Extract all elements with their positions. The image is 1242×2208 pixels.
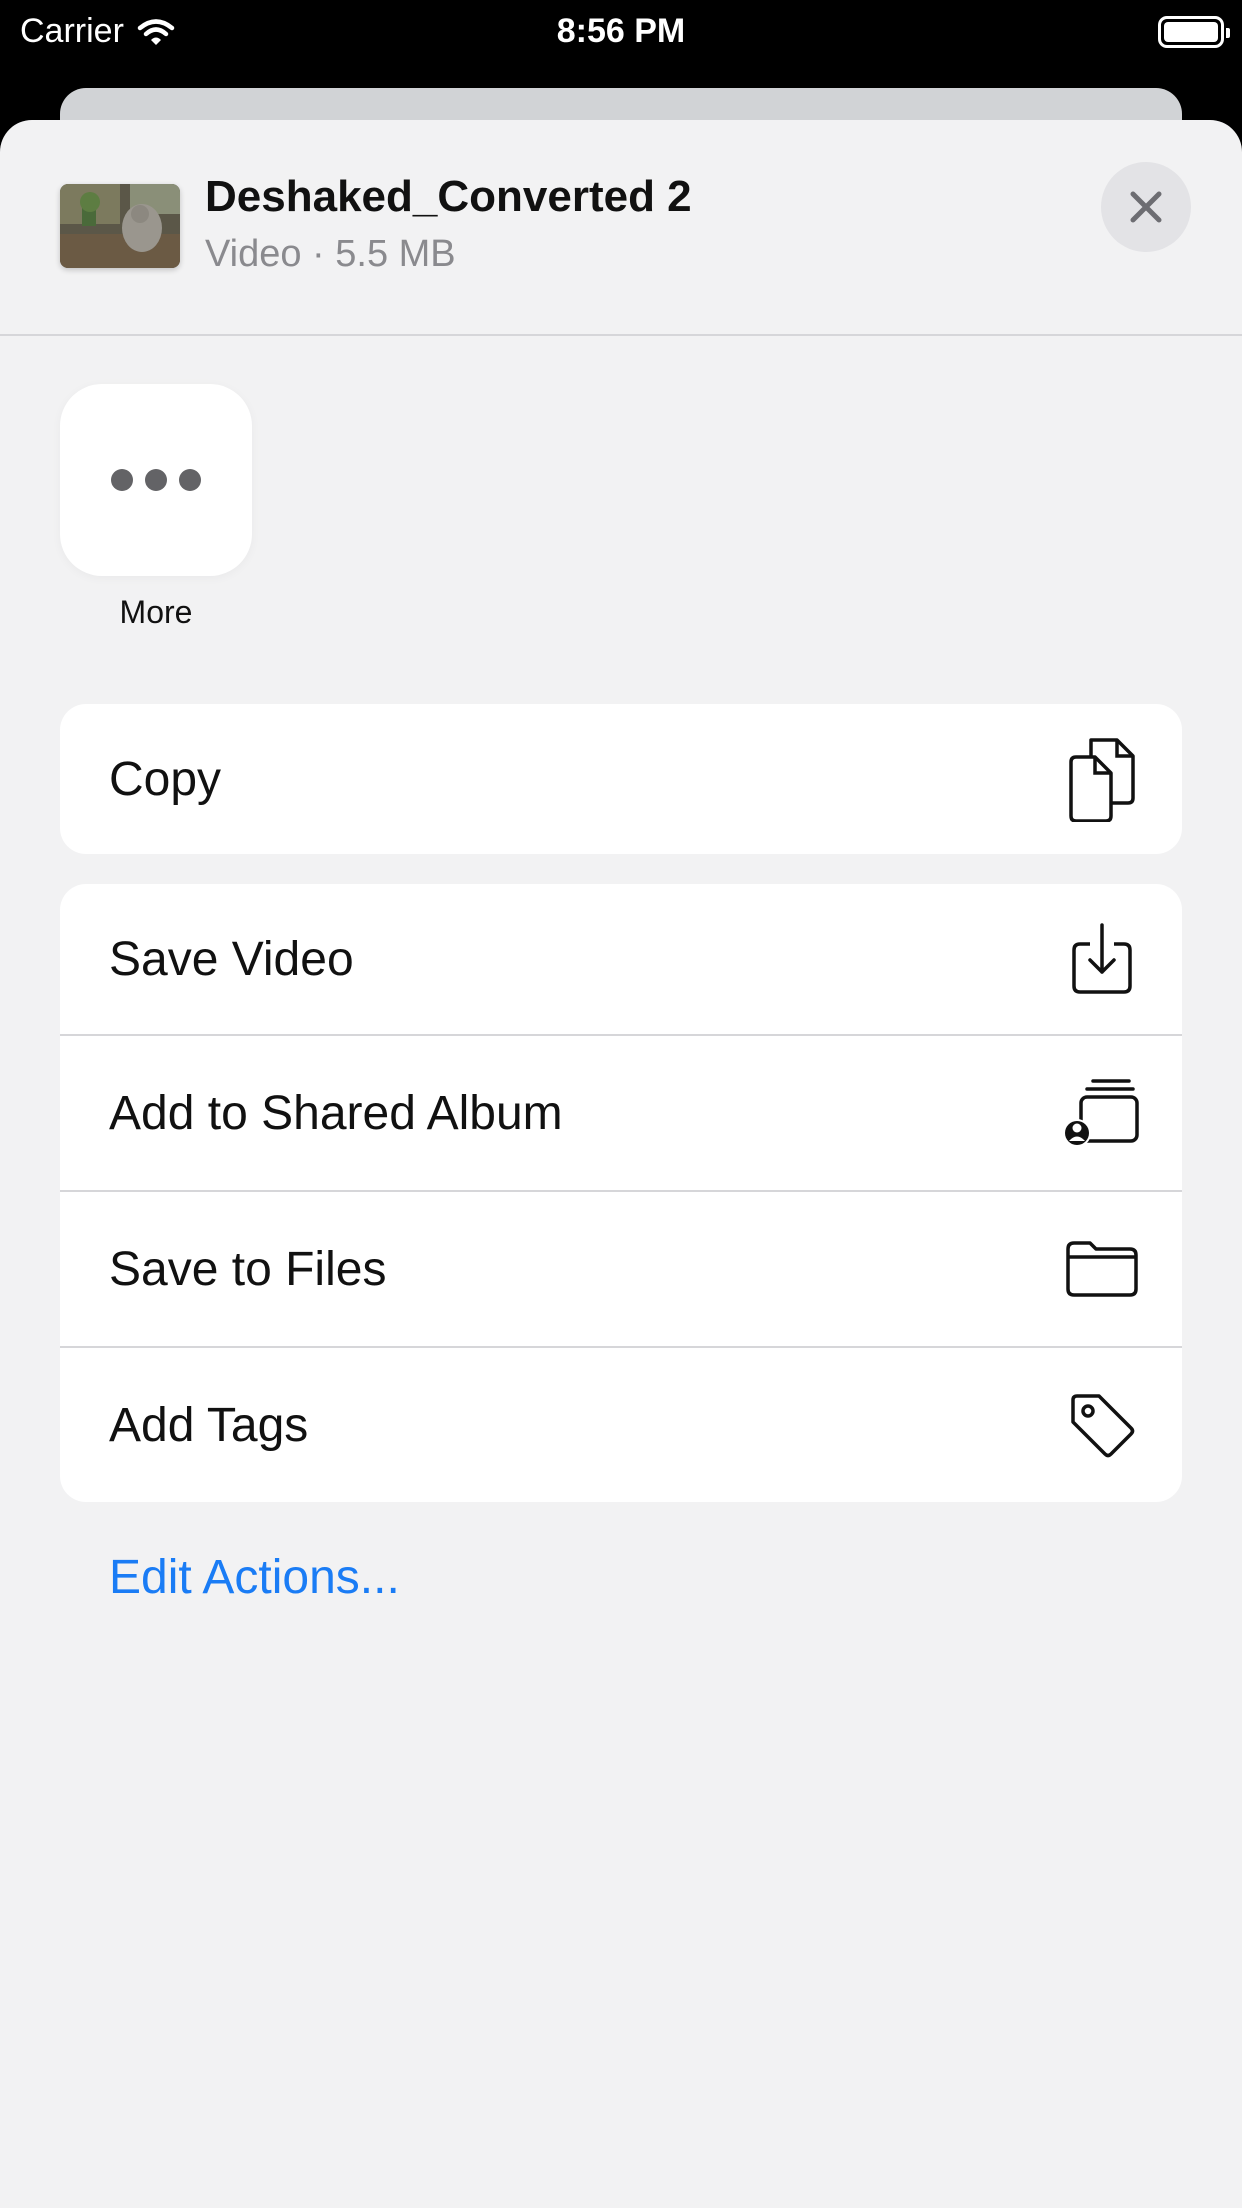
action-copy[interactable]: Copy — [60, 704, 1182, 854]
action-copy-label: Copy — [109, 752, 222, 806]
close-icon — [1130, 191, 1162, 223]
copy-icon — [1062, 734, 1142, 824]
action-save-to-files[interactable]: Save to Files — [60, 1190, 1182, 1346]
action-save-video-label: Save Video — [109, 932, 354, 986]
action-add-tags-label: Add Tags — [109, 1398, 309, 1452]
tag-icon — [1062, 1380, 1142, 1470]
close-button[interactable] — [1101, 162, 1191, 252]
share-sheet: Deshaked_Converted 2 Video · 5.5 MB More… — [0, 120, 1242, 2208]
action-save-video[interactable]: Save Video — [60, 884, 1182, 1034]
edit-actions-link[interactable]: Edit Actions... — [109, 1550, 400, 1605]
status-bar: Carrier 8:56 PM — [0, 0, 1242, 62]
action-group-copy: Copy — [60, 704, 1182, 854]
action-save-to-files-label: Save to Files — [109, 1242, 387, 1296]
file-details: Video · 5.5 MB — [205, 233, 456, 275]
app-more[interactable]: More — [60, 384, 252, 631]
file-name: Deshaked_Converted 2 — [205, 172, 692, 221]
action-add-to-shared-album[interactable]: Add to Shared Album — [60, 1034, 1182, 1190]
shared-album-icon — [1062, 1068, 1142, 1158]
download-icon — [1062, 914, 1142, 1004]
share-sheet-header: Deshaked_Converted 2 Video · 5.5 MB — [0, 120, 1242, 336]
folder-icon — [1062, 1224, 1142, 1314]
action-group-main: Save Video Add to Shared Album Save to F… — [60, 884, 1182, 1502]
status-time: 8:56 PM — [556, 12, 686, 50]
action-add-tags[interactable]: Add Tags — [60, 1346, 1182, 1502]
app-more-label: More — [119, 594, 193, 630]
video-thumbnail — [60, 184, 180, 268]
battery-icon — [1158, 16, 1230, 48]
action-add-to-shared-album-label: Add to Shared Album — [109, 1086, 563, 1140]
ellipsis-icon[interactable] — [60, 384, 252, 576]
